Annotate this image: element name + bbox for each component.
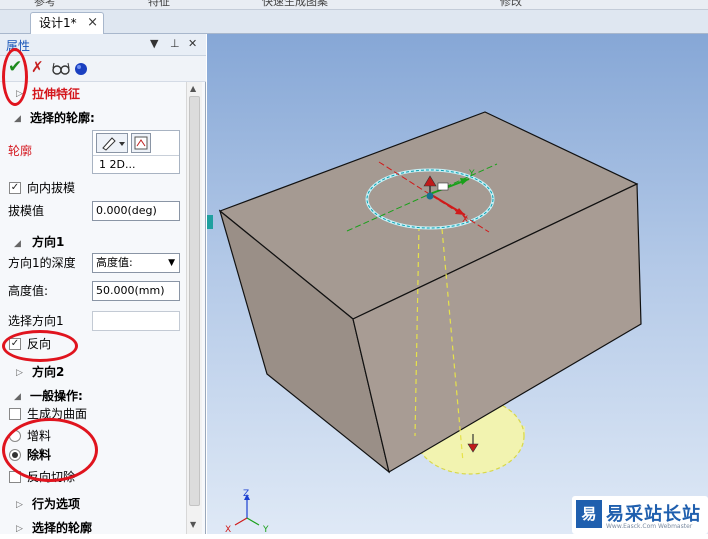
- watermark-logo: 易: [576, 500, 602, 528]
- dir1-depth-label: 方向1的深度: [8, 256, 76, 270]
- section-direction1[interactable]: 方向1: [32, 231, 64, 253]
- manipulator-plane-icon[interactable]: [437, 182, 449, 191]
- document-tab[interactable]: 设计1* ×: [30, 12, 104, 34]
- manipulator-y-label: Y: [468, 169, 475, 179]
- scrollbar-thumb[interactable]: [189, 96, 200, 506]
- annotation-circle-reverse: [2, 330, 78, 362]
- draft-inward-checkbox[interactable]: ✓: [9, 182, 21, 194]
- sketch-pencil-icon: [102, 137, 125, 151]
- feature-title: 拉伸特征: [32, 87, 81, 101]
- panel-dropdown-icon[interactable]: ▼: [150, 37, 158, 50]
- triad-z-label: Z: [243, 489, 249, 499]
- panel-close-icon[interactable]: ✕: [188, 37, 197, 50]
- menu-item-reference[interactable]: 参考: [34, 0, 56, 9]
- scroll-up-icon[interactable]: ▲: [190, 84, 196, 93]
- draft-inward-label: 向内拔模: [27, 181, 76, 195]
- panel-toolbar: ✔ ✗: [0, 56, 206, 82]
- dir1-depth-value: 高度值:: [96, 256, 133, 269]
- gen-surface-checkbox[interactable]: [9, 408, 21, 420]
- sketch-button[interactable]: [96, 133, 128, 153]
- expand-arrow-icon[interactable]: ▷: [16, 500, 23, 510]
- triad-y-axis: [246, 517, 260, 526]
- help-ball-icon[interactable]: [74, 62, 88, 76]
- watermark-subtext: Www.Easck.Com Webmaster: [606, 523, 693, 530]
- section-selected-profile[interactable]: 选择的轮廓:: [30, 107, 95, 129]
- watermark: 易 易采站长站 Www.Easck.Com Webmaster: [572, 496, 708, 534]
- pin-icon[interactable]: ⊥: [170, 37, 180, 50]
- section-selected-profile-2[interactable]: 选择的轮廓: [32, 517, 92, 539]
- expand-arrow-icon[interactable]: ▷: [16, 368, 23, 378]
- section-behavior[interactable]: 行为选项: [32, 493, 80, 515]
- top-menu-strip: 参考 特征 快速生成图案 修改: [0, 0, 708, 10]
- dir1-depth-select[interactable]: 高度值: ▼: [92, 253, 180, 273]
- collapse-arrow-icon[interactable]: ◢: [14, 392, 21, 402]
- panel-scrollbar[interactable]: ▲ ▼: [186, 82, 202, 534]
- section-direction2[interactable]: 方向2: [32, 361, 64, 383]
- preview-glasses-icon[interactable]: [52, 62, 70, 76]
- menu-item-modify[interactable]: 修改: [500, 0, 522, 9]
- draft-value-input[interactable]: 0.000(deg): [92, 201, 180, 221]
- select-dir1-label: 选择方向1: [8, 314, 64, 328]
- height-input[interactable]: 50.000(mm): [92, 281, 180, 301]
- chevron-down-icon: ▼: [168, 258, 175, 268]
- document-tab-label: 设计1*: [39, 16, 77, 30]
- 3d-scene: X Y Z X Y: [207, 111, 642, 534]
- profile-box: 1 2D...: [92, 130, 180, 174]
- annotation-circle-confirm: [2, 48, 28, 106]
- triad-x-axis: [234, 517, 248, 526]
- triad-y-label: Y: [262, 525, 269, 534]
- profile-list-item[interactable]: 1 2D...: [93, 155, 179, 173]
- close-tab-icon[interactable]: ×: [87, 13, 98, 33]
- 3d-viewport[interactable]: X Y Z X Y: [207, 34, 708, 534]
- manipulator-x-label: X: [462, 215, 468, 225]
- panel-header: 属性 ▼ ⊥ ✕: [0, 34, 206, 56]
- profile-label: 轮廓: [8, 144, 33, 158]
- menu-item-feature[interactable]: 特征: [148, 0, 170, 9]
- annotation-circle-material: [2, 418, 98, 482]
- select-dir1-input[interactable]: [92, 311, 180, 331]
- draft-value-label: 拔模值: [8, 204, 45, 218]
- profile-pick-icon: [134, 136, 148, 150]
- cancel-icon[interactable]: ✗: [31, 58, 44, 76]
- height-label: 高度值:: [8, 284, 49, 298]
- select-profile-button[interactable]: [131, 133, 151, 153]
- menu-item-pattern[interactable]: 快速生成图案: [262, 0, 328, 9]
- collapse-arrow-icon[interactable]: ◢: [14, 239, 21, 249]
- document-tab-bar: 设计1* ×: [0, 10, 708, 34]
- scroll-down-icon[interactable]: ▼: [190, 520, 196, 529]
- manipulator-origin[interactable]: [426, 192, 434, 200]
- collapse-arrow-icon[interactable]: ◢: [14, 114, 21, 124]
- edge-handle: [207, 215, 213, 229]
- triad-x-label: X: [225, 525, 231, 534]
- expand-arrow-icon[interactable]: ▷: [16, 524, 23, 534]
